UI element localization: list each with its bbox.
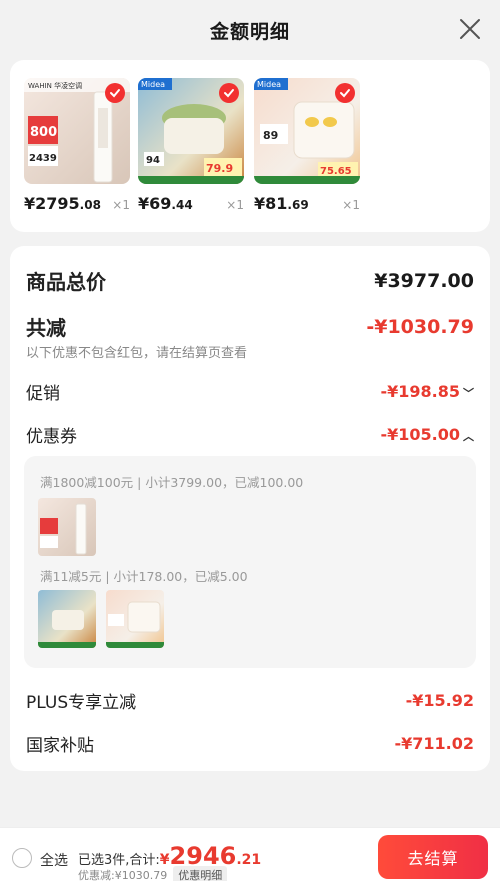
check-icon [110, 89, 120, 98]
svg-text:800: 800 [30, 125, 57, 140]
coupon-product-thumbnail [38, 590, 96, 648]
product-thumbnail[interactable]: WAHIN 华凌空调 800 2439 [24, 78, 130, 184]
amount-detail-card: 商品总价 ¥3977.00 共减 -¥1030.79 以下优惠不包含红包，请在结… [10, 246, 490, 771]
total-discount-label: 共减 [26, 316, 66, 340]
total-discount-value: -¥1030.79 [366, 315, 474, 338]
discount-line: 优惠减:¥1030.79 优惠明细 [78, 866, 228, 881]
chevron-up-icon: ︿ [463, 430, 474, 443]
header: 金额明细 [0, 0, 500, 60]
product-list-card: WAHIN 华凌空调 800 2439 ¥2795.08 ×1 Midea 94… [10, 60, 490, 232]
svg-text:Midea: Midea [141, 80, 165, 89]
total-amount-dec: .21 [236, 852, 262, 868]
coupon-value[interactable]: -¥105.00 ︿ [380, 425, 474, 444]
subsidy-row: 国家补贴 -¥711.02 [26, 731, 474, 756]
plus-label: PLUS专享立减 [26, 693, 137, 713]
air-conditioner-image [40, 503, 87, 555]
cooking-pot-image [38, 610, 96, 648]
product-qty: ×1 [226, 198, 244, 212]
page-title: 金额明细 [209, 20, 290, 43]
product-qty: ×1 [112, 198, 130, 212]
svg-text:79.9: 79.9 [206, 162, 233, 175]
selected-check[interactable] [335, 83, 355, 103]
svg-text:89: 89 [263, 129, 278, 142]
plus-discount-row: PLUS专享立减 -¥15.92 [26, 688, 474, 713]
selected-check[interactable] [219, 83, 239, 103]
checkout-button[interactable]: 去结算 [378, 835, 488, 879]
svg-text:WAHIN 华凌空调: WAHIN 华凌空调 [28, 81, 82, 90]
product-item[interactable]: Midea 94 79.9 ¥69.44 ×1 [138, 78, 244, 213]
subsidy-value: -¥711.02 [394, 734, 474, 753]
product-item[interactable]: Midea 89 75.65 ¥81.69 ×1 [254, 78, 360, 213]
product-qty: ×1 [342, 198, 360, 212]
promo-row[interactable]: 促销 -¥198.85 ﹀ [26, 379, 474, 404]
check-icon [340, 89, 350, 98]
coupon-group-title: 满11减5元 | 小计178.00，已减5.00 [40, 569, 248, 584]
discount-detail-button[interactable]: 优惠明细 [173, 866, 228, 881]
product-price: ¥81.69 [254, 194, 309, 213]
svg-text:2439: 2439 [29, 153, 57, 164]
svg-text:Midea: Midea [257, 80, 281, 89]
select-all-radio[interactable] [12, 848, 32, 868]
discount-hint: 以下优惠不包含红包，请在结算页查看 [26, 346, 248, 361]
promo-label: 促销 [26, 384, 60, 404]
coupon-label: 优惠券 [26, 427, 77, 447]
product-price: ¥69.44 [138, 194, 193, 213]
coupon-row[interactable]: 优惠券 -¥105.00 ︿ [26, 422, 474, 447]
svg-text:75.65: 75.65 [320, 166, 352, 177]
coupon-detail-panel: 满1800减100元 | 小计3799.00，已减100.00 满11减5元 |… [24, 456, 476, 668]
product-item[interactable]: WAHIN 华凌空调 800 2439 ¥2795.08 ×1 [24, 78, 130, 213]
close-button[interactable] [458, 17, 482, 41]
select-all-label[interactable]: 全选 [40, 850, 68, 870]
discount-amount-text: 优惠减:¥1030.79 [78, 869, 168, 881]
checkout-bar: 全选 已选3件,合计: ¥ 2946 .21 优惠减:¥1030.79 优惠明细… [0, 827, 500, 881]
product-thumbnail[interactable]: Midea 94 79.9 [138, 78, 244, 184]
goods-total-label: 商品总价 [26, 270, 106, 294]
check-icon [224, 89, 234, 98]
subsidy-label: 国家补贴 [26, 736, 94, 756]
svg-text:94: 94 [146, 155, 160, 166]
product-thumbnail[interactable]: Midea 89 75.65 [254, 78, 360, 184]
selected-check[interactable] [105, 83, 125, 103]
chevron-down-icon: ﹀ [463, 387, 474, 400]
coupon-group-title: 满1800减100元 | 小计3799.00，已减100.00 [40, 475, 304, 490]
coupon-product-thumbnail [106, 590, 164, 648]
promo-value[interactable]: -¥198.85 ﹀ [380, 382, 474, 401]
plus-value: -¥15.92 [405, 691, 474, 710]
goods-total-row: 商品总价 ¥3977.00 [26, 266, 474, 295]
goods-total-value: ¥3977.00 [374, 269, 474, 292]
coupon-product-thumbnail [38, 498, 96, 556]
product-price: ¥2795.08 [24, 194, 101, 213]
total-discount-row: 共减 -¥1030.79 [26, 312, 474, 341]
egg-cooker-image [106, 601, 164, 648]
close-icon[interactable] [458, 17, 482, 41]
